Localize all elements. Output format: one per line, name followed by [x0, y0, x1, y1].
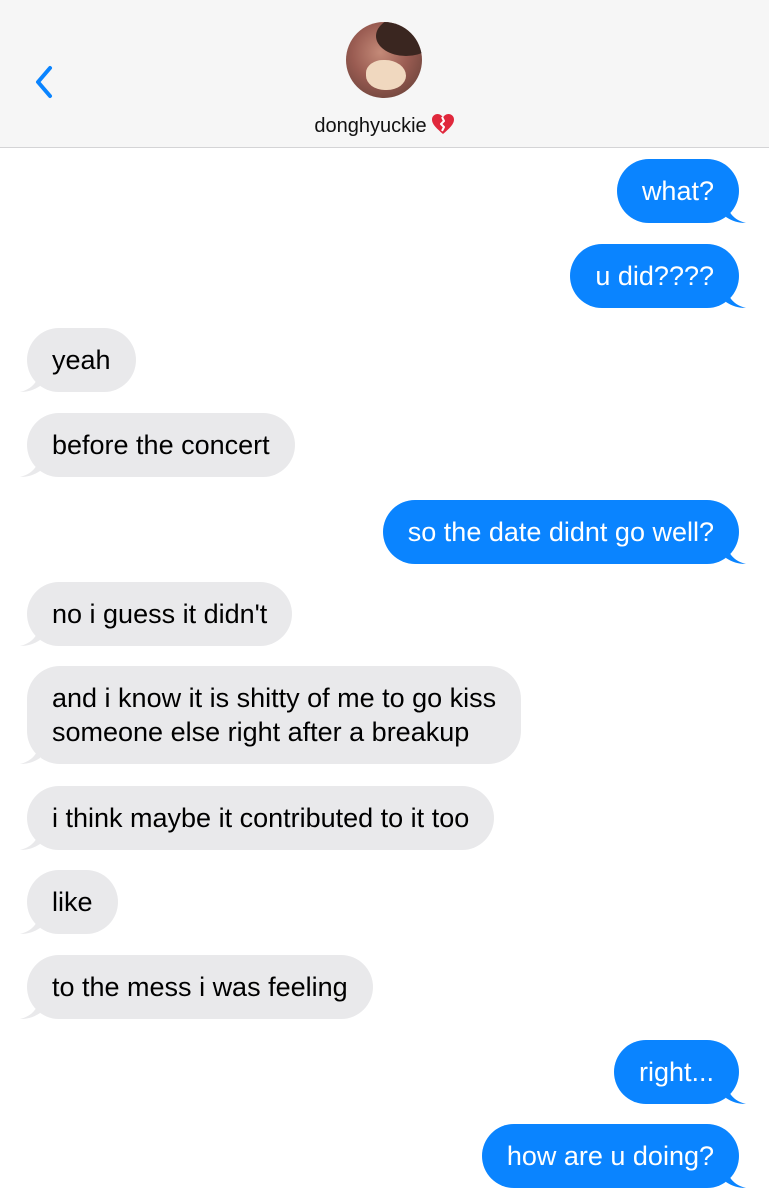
message-text: how are u doing?: [506, 1141, 714, 1171]
message-bubble-received[interactable]: like: [20, 870, 118, 934]
conversation-header: donghyuckie: [0, 0, 769, 148]
message-text: before the concert: [52, 430, 270, 460]
message-bubble-sent[interactable]: so the date didnt go well?: [382, 500, 746, 564]
message-bubble-received[interactable]: before the concert: [20, 413, 295, 477]
message-bubble-received[interactable]: and i know it is shitty of me to go kiss…: [20, 666, 522, 764]
message-text: no i guess it didn't: [52, 599, 268, 629]
message-text: to the mess i was feeling: [52, 972, 348, 1002]
message-text: what?: [641, 176, 714, 206]
message-bubble-received[interactable]: to the mess i was feeling: [20, 955, 373, 1019]
message-text: i think maybe it contributed to it too: [52, 803, 470, 833]
contact-name: donghyuckie: [314, 115, 427, 137]
message-bubble-sent[interactable]: u did????: [570, 244, 746, 308]
mending-heart-icon: [431, 113, 455, 141]
message-bubble-received[interactable]: i think maybe it contributed to it too: [20, 786, 495, 850]
message-text-line: someone else right after a breakup: [52, 717, 470, 747]
message-bubble-received[interactable]: no i guess it didn't: [20, 582, 293, 646]
message-text: so the date didnt go well?: [407, 517, 714, 547]
message-text: u did????: [595, 261, 714, 291]
message-text-line: and i know it is shitty of me to go kiss: [52, 683, 497, 713]
chevron-left-icon[interactable]: [30, 62, 58, 102]
avatar[interactable]: [346, 22, 422, 98]
message-bubble-sent[interactable]: how are u doing?: [481, 1124, 746, 1188]
message-bubble-received[interactable]: yeah: [20, 328, 136, 392]
message-text: yeah: [52, 345, 111, 375]
message-bubble-sent[interactable]: right...: [613, 1040, 746, 1104]
message-text: like: [52, 887, 93, 917]
contact-name-row[interactable]: donghyuckie: [0, 113, 769, 141]
message-bubble-sent[interactable]: what?: [616, 159, 746, 223]
message-text: right...: [638, 1057, 714, 1087]
